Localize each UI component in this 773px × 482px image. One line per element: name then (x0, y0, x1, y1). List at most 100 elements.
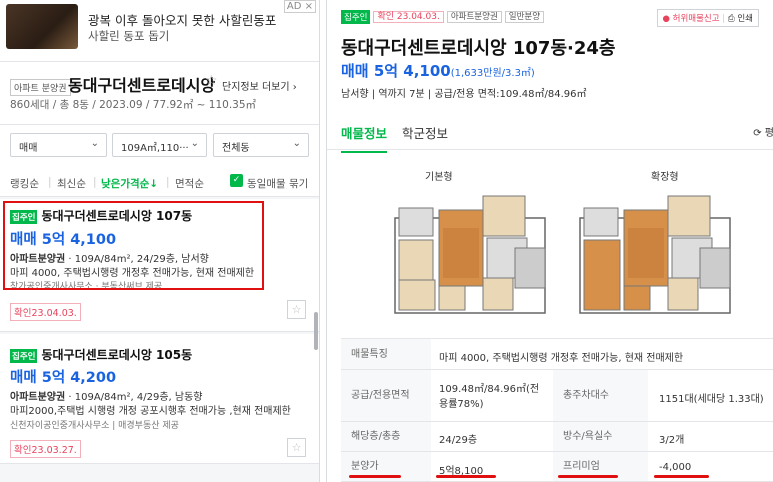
ad-banner[interactable]: 광복 이후 돌아오지 못한 사할린동포 사할린 동포 돕기 AD × (0, 0, 319, 62)
listing-spec: 아파트분양권 · 109A/84m², 4/29층, 남동향 (10, 392, 203, 403)
sort-ranking[interactable]: 랭킹순 (10, 176, 39, 191)
listing-item[interactable]: 집주인 동대구더센트로데시앙 105동 매매 5억 4,200 아파트분양권 · … (0, 334, 319, 464)
complex-header: 아파트 분양권 동대구더센트로데시앙 ☆ 단지정보 더보기 › 860세대 / … (0, 62, 319, 125)
value-rooms: 3/2개 (659, 435, 685, 446)
tab-school-info[interactable]: 학군정보 (402, 123, 448, 142)
divider: | (48, 176, 52, 188)
listing-title: 집주인 동대구더센트로데시앙 107동 (10, 207, 192, 224)
ad-title: 광복 이후 돌아오지 못한 사할린동포 (88, 13, 277, 28)
scrollbar[interactable] (314, 312, 318, 350)
detail-price: 매매 5억 4,100(1,633만원/3.3㎡) (341, 60, 535, 81)
sort-latest[interactable]: 최신순 (57, 176, 86, 191)
floor-plan-basic[interactable] (387, 188, 557, 324)
sort-low-price[interactable]: 낮은가격순↓ (101, 176, 158, 191)
chevron-down-icon: ⌄ (292, 138, 301, 149)
complex-name[interactable]: 동대구더센트로데시앙 (68, 72, 215, 96)
report-button[interactable]: ● 허위매물신고 (663, 14, 720, 24)
confirm-badge: 확인23.04.03. (10, 303, 81, 321)
group-same-label[interactable]: 동일매물 묶기 (247, 176, 308, 191)
owner-badge: 집주인 (10, 348, 38, 363)
tab-listing-info[interactable]: 매물정보 (341, 123, 388, 153)
star-icon[interactable]: ☆ (287, 438, 306, 457)
value-area: 109.48㎡/84.96㎡(전 용률78%) (439, 382, 539, 412)
ad-subtitle: 사할린 동포 돕기 (88, 29, 170, 43)
listing-title-text: 동대구더센트로데시앙 105동 (41, 348, 193, 362)
type-tag: 아파트분양권 (446, 11, 502, 23)
listing-desc: 마피 4000, 주택법시행령 개정후 전매가능, 현재 전매제한 (10, 268, 255, 279)
detail-price-per-area: (1,633만원/3.3㎡) (450, 68, 535, 79)
listing-desc: 마피2000,주택법 시행령 개정 공포시행후 전매가능 ,현재 전매제한 (10, 406, 291, 417)
table-row: 공급/전용면적 109.48㎡/84.96㎡(전 용률78%) 총주차대수 115… (341, 370, 773, 422)
listing-price: 매매 5억 4,100 (10, 232, 117, 248)
ad-close-button[interactable]: AD × (283, 0, 316, 13)
select-label: 전체동 (222, 143, 250, 154)
label-features: 매물특징 (341, 339, 431, 369)
select-label: 매매 (19, 143, 38, 154)
listing-panel: 광복 이후 돌아오지 못한 사할린동포 사할린 동포 돕기 AD × 아파트 분… (0, 0, 320, 482)
value-area-line1: 109.48㎡/84.96㎡(전 (439, 384, 540, 395)
report-label: 허위매물신고 (672, 14, 720, 24)
complex-meta: 860세대 / 총 8동 / 2023.09 / 77.92㎡ ~ 110.35… (10, 99, 257, 111)
sort-bar: 랭킹순 | 최신순 | 낮은가격순↓ | 면적순 ✓ 동일매물 묶기 (0, 163, 319, 197)
value-features: 마피 4000, 주택법시행령 개정후 전매가능, 현재 전매제한 (439, 353, 684, 364)
floor-plan-extended[interactable] (572, 188, 742, 324)
listing-agent: 창가공인중개사사무소 · 부동산써브 제공 (10, 282, 163, 292)
underline-mark (436, 475, 496, 478)
chevron-down-icon: ⌄ (190, 138, 199, 149)
complex-type-tag: 아파트 분양권 (10, 79, 71, 96)
area-select[interactable]: 109A㎡,110··· ⌄ (112, 133, 207, 157)
label-rooms: 방수/욕실수 (553, 422, 648, 451)
divider: | (166, 176, 170, 188)
divider: | (93, 176, 97, 188)
detail-tags: 집주인 확인 23.04.03. 아파트분양권 일반분양 (341, 9, 545, 24)
chevron-down-icon: ⌄ (90, 138, 99, 149)
building-select[interactable]: 전체동 ⌄ (213, 133, 309, 157)
table-row: 매물특징 마피 4000, 주택법시행령 개정후 전매가능, 현재 전매제한 (341, 338, 773, 370)
sort-area[interactable]: 면적순 (175, 176, 204, 191)
more-label: 단지정보 더보기 (222, 82, 290, 93)
listing-item[interactable]: 집주인 동대구더센트로데시앙 107동 매매 5억 4,100 아파트분양권 · … (0, 199, 319, 332)
page: 광복 이후 돌아오지 못한 사할린동포 사할린 동포 돕기 AD × 아파트 분… (0, 0, 773, 482)
listing-price: 매매 5억 4,200 (10, 370, 117, 386)
label-area: 공급/전용면적 (341, 370, 431, 421)
detail-title: 동대구더센트로데시앙 107동·24층 (341, 38, 616, 59)
underline-mark (654, 475, 709, 478)
owner-badge: 집주인 (10, 209, 38, 224)
detail-panel: 집주인 확인 23.04.03. 아파트분양권 일반분양 ● 허위매물신고 | ⎙ 인… (326, 0, 773, 482)
refresh-button[interactable]: ⟳ 평 (753, 124, 773, 139)
filter-bar: 매매 ⌄ 109A㎡,110··· ⌄ 전체동 ⌄ (0, 125, 319, 163)
print-button[interactable]: ⎙ 인쇄 (728, 14, 753, 24)
action-buttons: ● 허위매물신고 | ⎙ 인쇄 (656, 9, 759, 27)
siren-icon: ● (662, 14, 670, 24)
star-icon[interactable]: ☆ (287, 300, 306, 319)
value-premium: -4,000 (659, 462, 692, 473)
chevron-right-icon: › (292, 82, 297, 93)
checkbox-checked-icon[interactable]: ✓ (230, 174, 243, 187)
value-floor: 24/29층 (439, 435, 478, 446)
complex-info-more-link[interactable]: 단지정보 더보기 › (222, 78, 297, 93)
supply-tag: 일반분양 (504, 11, 545, 23)
ad-thumbnail (6, 4, 78, 49)
print-icon: ⎙ (727, 14, 735, 24)
underline-mark (349, 475, 401, 478)
detail-price-main: 매매 5억 4,100 (341, 62, 451, 80)
trade-type-select[interactable]: 매매 ⌄ (10, 133, 107, 157)
label-parking: 총주차대수 (553, 370, 648, 421)
listing-title-text: 동대구더센트로데시앙 107동 (41, 209, 193, 223)
confirm-badge: 확인23.03.27. (10, 440, 81, 458)
table-row: 해당층/총층 24/29층 방수/욕실수 3/2개 (341, 422, 773, 452)
detail-tabs: 매물정보 학군정보 ⟳ 평 (327, 112, 773, 153)
star-icon[interactable]: ☆ (205, 73, 218, 89)
confirm-badge: 확인 23.04.03. (373, 11, 444, 23)
plan-label-basic: 기본형 (425, 172, 453, 183)
select-label: 109A㎡,110··· (121, 143, 189, 154)
owner-badge: 집주인 (341, 9, 371, 24)
listing-agent: 신천자이공인중개사사무소 | 매경부동산 제공 (10, 421, 179, 431)
label-floor: 해당층/총층 (341, 422, 431, 451)
print-label: 인쇄 (737, 14, 753, 24)
listing-spec: 아파트분양권 · 109A/84m², 24/29층, 남서향 (10, 254, 209, 265)
listing-title: 집주인 동대구더센트로데시앙 105동 (10, 346, 192, 363)
underline-mark (558, 475, 618, 478)
value-parking: 1151대(세대당 1.33대) (659, 394, 764, 405)
detail-meta: 남서향 | 역까지 7분 | 공급/전용 면적:109.48㎡/84.96㎡ (341, 89, 587, 100)
